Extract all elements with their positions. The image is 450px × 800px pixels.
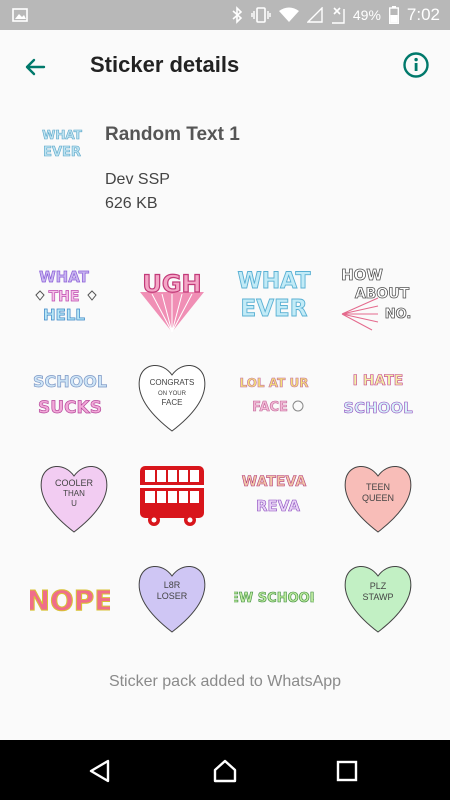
sticker-text: ON YOUR	[158, 391, 187, 397]
pack-author: Dev SSP	[105, 171, 170, 188]
sticker-double-decker-bus[interactable]	[132, 456, 212, 536]
sticker-text: L8R	[164, 580, 181, 590]
sticker-congrats-on-your-face[interactable]: CONGRATS ON YOUR FACE	[132, 355, 212, 435]
sticker-lol-at-ur-face[interactable]: LOL AT UR FACE	[234, 355, 314, 435]
sticker-text: SCHOOL	[33, 372, 107, 391]
nav-recents-button[interactable]	[333, 757, 361, 785]
signal-icon	[306, 7, 323, 23]
sticker-text: HELL	[43, 306, 85, 324]
nav-home-button[interactable]	[211, 757, 239, 785]
sticker-whatever[interactable]: WHAT EVER	[234, 256, 314, 336]
page-title: Sticker details	[90, 52, 240, 77]
arrow-back-icon	[25, 58, 46, 76]
sticker-what-the-hell[interactable]: WHAT THE HELL	[24, 256, 104, 336]
tray-text-2: EVER	[43, 145, 81, 160]
sticker-text: NO.	[385, 307, 412, 322]
bluetooth-icon	[231, 6, 243, 24]
sticker-text: EVER	[241, 296, 308, 322]
sticker-cooler-than-u[interactable]: COOLER THAN U	[34, 456, 114, 536]
sticker-nope[interactable]: NOPE	[30, 556, 110, 636]
app-toolbar: Sticker details	[0, 30, 450, 102]
sticker-text: PLZ	[370, 581, 387, 591]
sticker-text: QUEEN	[362, 493, 394, 503]
image-icon	[12, 7, 28, 28]
tray-text-1: WHAT	[42, 128, 83, 142]
info-button[interactable]	[402, 51, 432, 81]
sticker-text: STAWP	[363, 592, 394, 602]
no-sim-icon	[331, 6, 345, 24]
sticker-text: WHAT	[237, 269, 310, 294]
sticker-text: CONGRATS	[150, 378, 195, 387]
nav-home-icon	[213, 759, 237, 783]
sticker-text: UGH	[142, 270, 201, 298]
nav-recents-icon	[336, 760, 358, 782]
sticker-text: LOL AT UR	[240, 376, 309, 390]
sticker-text: ABOUT	[355, 286, 410, 302]
sticker-text: LOSER	[157, 591, 188, 601]
sticker-text: WATEVA	[242, 474, 307, 490]
sticker-how-about-no[interactable]: HOW ABOUT NO.	[338, 256, 418, 336]
wifi-icon	[278, 7, 299, 23]
sticker-text: NOPE	[30, 584, 110, 617]
info-icon	[403, 52, 429, 78]
sticker-text: SCHOOL	[343, 399, 413, 417]
sticker-text: THAN	[63, 489, 85, 498]
pack-tray-icon: WHAT EVER	[36, 125, 88, 161]
sticker-text: THE	[49, 289, 80, 305]
clock: 7:02	[406, 5, 440, 24]
sticker-l8r-loser[interactable]: L8R LOSER	[132, 556, 212, 636]
sticker-text: FACE	[252, 400, 288, 415]
sticker-text: WHAT	[39, 268, 90, 286]
status-bar: 49% 7:02	[0, 0, 450, 30]
pack-name: Random Text 1	[105, 124, 240, 145]
nav-back-icon	[89, 759, 110, 783]
battery-icon	[388, 6, 399, 24]
sticker-school-sucks[interactable]: SCHOOL SUCKS	[30, 355, 110, 435]
sticker-plz-stawp[interactable]: PLZ STAWP	[338, 556, 418, 636]
sticker-wateva-reva[interactable]: WATEVA REVA	[234, 456, 314, 536]
sticker-text: REVA	[256, 497, 300, 515]
sticker-text: U	[71, 499, 77, 508]
sticker-text: TEEN	[366, 482, 390, 492]
back-button[interactable]	[20, 52, 50, 82]
vibrate-icon	[251, 6, 271, 24]
battery-percent: 49%	[352, 7, 381, 23]
nav-back-button[interactable]	[86, 757, 114, 785]
sticker-text: EW SCHOOL	[234, 591, 314, 606]
sticker-ew-school[interactable]: EW SCHOOL	[234, 556, 314, 636]
pack-size: 626 KB	[105, 195, 158, 212]
sticker-teen-queen[interactable]: TEEN QUEEN	[338, 456, 418, 536]
sticker-text: COOLER	[55, 478, 94, 488]
sticker-text: SUCKS	[38, 398, 102, 418]
system-nav-bar	[0, 740, 450, 800]
pack-added-status: Sticker pack added to WhatsApp	[108, 673, 342, 690]
sticker-i-hate-school[interactable]: I HATE SCHOOL	[338, 355, 418, 435]
sticker-text: HOW	[341, 266, 383, 284]
sticker-text: FACE	[162, 398, 183, 407]
sticker-text: I HATE	[353, 373, 404, 389]
sticker-ugh[interactable]: UGH	[132, 256, 212, 336]
